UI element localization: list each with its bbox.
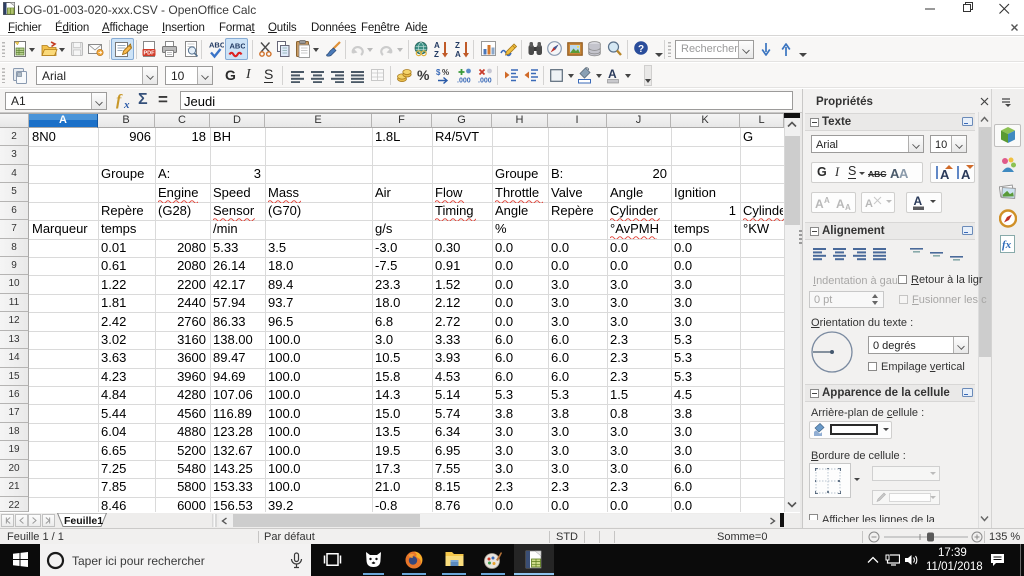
svg-text:%: % (442, 68, 449, 77)
svg-text:A: A (845, 203, 851, 211)
svg-text:.000: .000 (478, 78, 492, 85)
svg-text:A: A (940, 167, 950, 181)
svg-text:?: ? (638, 44, 644, 55)
svg-text:A: A (434, 41, 440, 50)
svg-text:A: A (899, 166, 909, 181)
svg-text:A: A (815, 197, 824, 211)
svg-text:PDF: PDF (144, 51, 156, 57)
svg-text:ABC: ABC (209, 41, 224, 50)
svg-text:A: A (865, 198, 873, 210)
svg-text:f: f (116, 92, 123, 109)
svg-text:ABC: ABC (230, 42, 246, 51)
svg-text:A: A (608, 67, 617, 81)
svg-text:A: A (961, 167, 971, 181)
svg-text:Z: Z (455, 41, 460, 50)
svg-text:fx: fx (1002, 239, 1012, 251)
svg-text:.000: .000 (457, 78, 471, 85)
svg-text:A: A (824, 196, 830, 205)
svg-text:Z: Z (434, 50, 439, 59)
svg-text:A: A (914, 194, 923, 208)
svg-text:A: A (836, 197, 845, 211)
svg-text:x: x (123, 99, 130, 111)
svg-text:$: $ (436, 68, 441, 77)
svg-text:A: A (455, 50, 461, 59)
